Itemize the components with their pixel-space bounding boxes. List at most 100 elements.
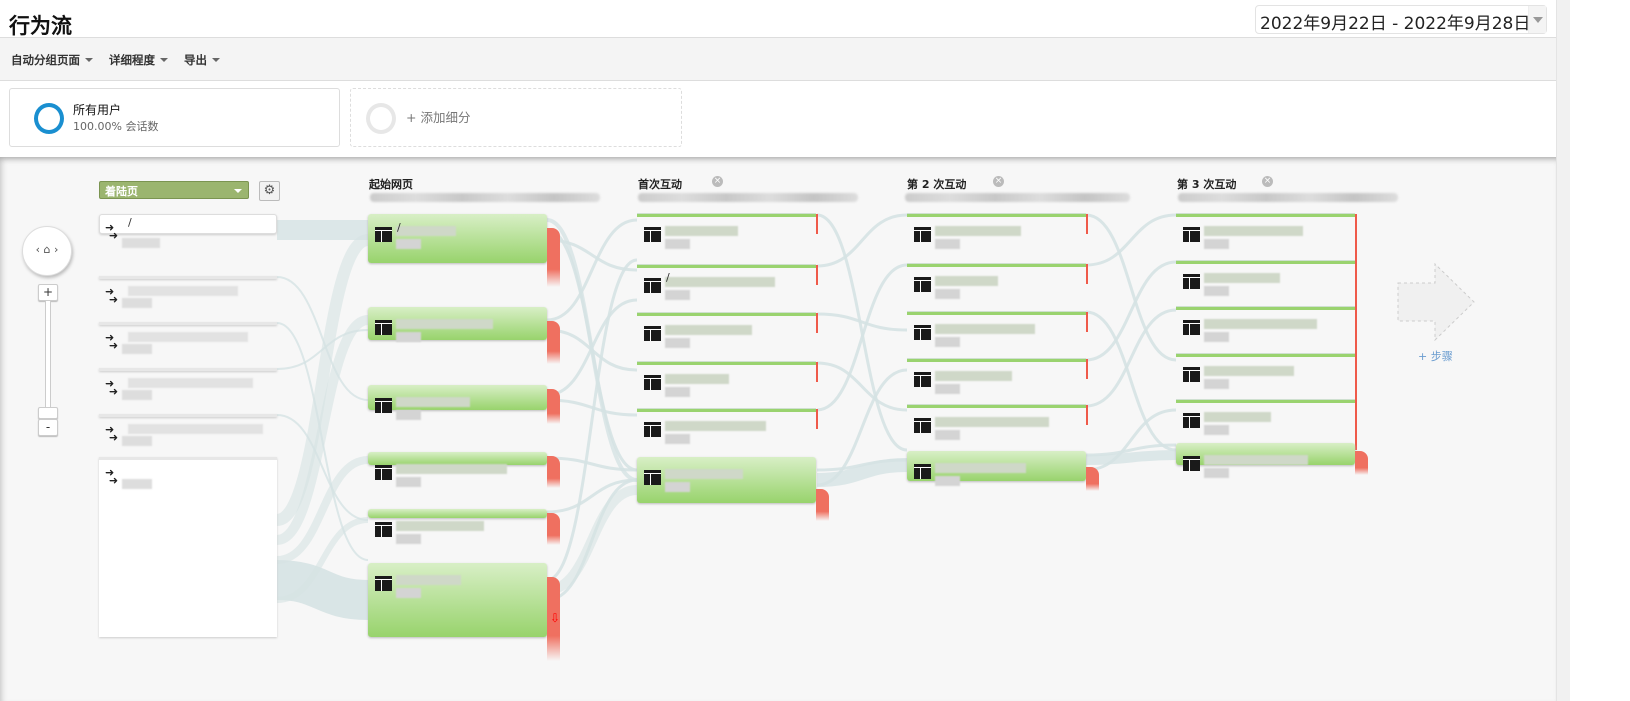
pan-home-control[interactable]: ‹ ⌂ › <box>22 226 72 276</box>
dropoff-bar[interactable] <box>1355 261 1357 311</box>
blurred-label <box>396 521 484 531</box>
dropoff-bar[interactable] <box>816 489 829 521</box>
dropoff-bar[interactable] <box>547 456 560 488</box>
gear-icon[interactable]: ⚙ <box>259 181 280 201</box>
page-node[interactable] <box>637 214 816 217</box>
flow-link[interactable] <box>1085 213 1177 267</box>
page-node[interactable] <box>907 312 1086 315</box>
page-icon <box>644 227 661 242</box>
column-title-start: 起始网页 <box>369 178 413 191</box>
dropoff-bar[interactable] <box>547 389 560 424</box>
landing-page-node[interactable] <box>99 214 277 234</box>
landing-page-node[interactable] <box>99 276 277 279</box>
segment-all-users[interactable]: 所有用户 100.00% 会话数 <box>9 88 340 147</box>
dropoff-bar[interactable] <box>1086 264 1088 284</box>
dimension-select[interactable]: 着陆页 <box>99 181 249 199</box>
dropoff-bar[interactable] <box>1355 354 1357 404</box>
page-node[interactable] <box>1176 214 1355 217</box>
page-node[interactable] <box>637 457 816 503</box>
blurred-label <box>122 344 152 354</box>
page-icon <box>1183 320 1200 335</box>
flow-link[interactable] <box>1085 310 1177 452</box>
page-node[interactable] <box>637 409 816 412</box>
dropoff-bar[interactable] <box>816 362 818 382</box>
page-node-label: / <box>666 271 670 284</box>
blurred-label <box>935 337 960 347</box>
page-icon <box>375 398 392 413</box>
page-node[interactable] <box>368 214 547 263</box>
flow-link[interactable] <box>1085 450 1177 465</box>
dropoff-bar[interactable] <box>1355 307 1357 357</box>
page-node[interactable] <box>907 359 1086 362</box>
dropoff-bar[interactable] <box>1355 400 1357 450</box>
dropoff-bar[interactable] <box>1086 467 1099 491</box>
dropoff-bar[interactable] <box>1355 451 1368 475</box>
page-node[interactable] <box>637 265 816 268</box>
blurred-label <box>665 290 690 300</box>
page-node[interactable] <box>1176 261 1355 264</box>
close-icon[interactable]: × <box>712 176 723 187</box>
page-node[interactable] <box>368 509 547 518</box>
flow-link[interactable] <box>816 458 908 487</box>
detail-level-menu[interactable]: 详细程度 <box>109 52 168 68</box>
page-node[interactable] <box>637 362 816 365</box>
page-node[interactable] <box>1176 400 1355 403</box>
page-node[interactable] <box>1176 354 1355 357</box>
scrollbar[interactable] <box>1556 0 1570 701</box>
flow-link[interactable] <box>546 238 638 272</box>
page-node[interactable] <box>1176 307 1355 310</box>
page-node[interactable] <box>637 313 816 316</box>
zoom-out-button[interactable]: - <box>38 419 58 436</box>
page-node[interactable] <box>907 405 1086 408</box>
close-icon[interactable]: × <box>993 176 1004 187</box>
flow-link[interactable] <box>1085 213 1177 362</box>
flow-link[interactable] <box>546 218 638 482</box>
blurred-label <box>1204 286 1229 296</box>
add-segment-button[interactable]: + 添加细分 <box>350 88 682 147</box>
blurred-label <box>122 390 152 400</box>
page-node[interactable] <box>907 264 1086 267</box>
page-icon <box>914 325 931 340</box>
zoom-slider-handle[interactable] <box>38 407 58 419</box>
dropoff-bar[interactable] <box>1086 359 1088 379</box>
dropoff-bar[interactable] <box>1086 312 1088 332</box>
page-icon <box>375 227 392 242</box>
dropoff-bar[interactable] <box>547 321 560 364</box>
blurred-label <box>122 436 152 446</box>
flow-link[interactable] <box>546 485 638 595</box>
date-range-picker[interactable]: 2022年9月22日 - 2022年9月28日 <box>1255 5 1547 34</box>
dropoff-bar[interactable] <box>1086 405 1088 425</box>
group-pages-menu[interactable]: 自动分组页面 <box>11 52 93 68</box>
dropoff-bar[interactable] <box>547 228 560 287</box>
column-title-3: 第 3 次互动 <box>1177 178 1237 191</box>
zoom-slider[interactable] <box>45 300 51 410</box>
add-step-arrow-icon[interactable] <box>1397 263 1477 341</box>
segment-percent: 100.00% 会话数 <box>73 120 159 133</box>
dropoff-bar[interactable] <box>1355 214 1357 264</box>
add-step-button[interactable]: + 步骤 <box>1418 348 1453 364</box>
dropoff-bar[interactable] <box>816 409 818 429</box>
landing-page-node[interactable] <box>99 414 277 417</box>
dropoff-arrow-icon[interactable]: ⇩ <box>550 611 560 625</box>
chevron-down-icon[interactable] <box>1528 6 1546 33</box>
blurred-label <box>935 371 1012 381</box>
dropoff-bar[interactable] <box>816 313 818 333</box>
dropoff-bar[interactable] <box>1086 214 1088 234</box>
dropoff-bar[interactable] <box>816 214 818 234</box>
page-icon <box>1183 413 1200 428</box>
landing-page-node[interactable] <box>99 322 277 325</box>
blurred-label <box>935 476 960 486</box>
dropoff-bar[interactable] <box>547 513 560 545</box>
page-node[interactable] <box>907 214 1086 217</box>
blurred-label <box>1204 455 1308 465</box>
export-menu[interactable]: 导出 <box>184 52 220 68</box>
home-icon[interactable]: ⌂ <box>44 243 51 256</box>
flow-link[interactable] <box>1085 260 1177 362</box>
dropoff-bar[interactable] <box>816 265 818 285</box>
blurred-label <box>396 534 421 544</box>
blurred-label <box>1204 332 1229 342</box>
landing-page-node[interactable] <box>99 368 277 371</box>
close-icon[interactable]: × <box>1262 176 1273 187</box>
zoom-in-button[interactable]: + <box>38 284 58 301</box>
blurred-label <box>396 464 507 474</box>
